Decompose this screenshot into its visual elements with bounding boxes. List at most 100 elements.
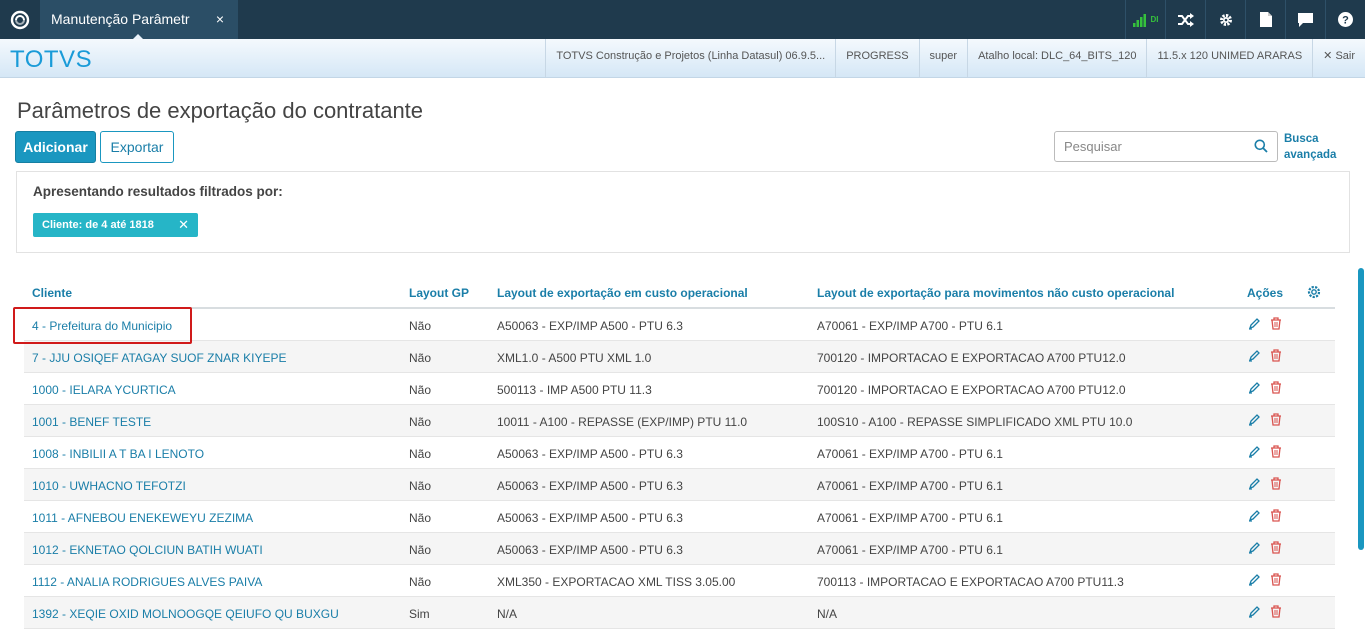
delete-trash-icon[interactable] [1270, 509, 1282, 525]
app-logo-icon[interactable] [0, 0, 39, 39]
delete-trash-icon[interactable] [1270, 349, 1282, 365]
header-database: PROGRESS [835, 39, 918, 77]
add-button[interactable]: Adicionar [15, 131, 96, 163]
document-icon[interactable] [1245, 0, 1285, 39]
column-header-layout-custo[interactable]: Layout de exportação em custo operaciona… [497, 286, 748, 300]
tab-close-button[interactable]: × [216, 0, 224, 39]
column-settings-gear-icon[interactable] [1307, 285, 1321, 304]
client-link[interactable]: 1392 - XEQIE OXID MOLNOOGQE QEIUFO QU BU… [32, 607, 339, 621]
client-link[interactable]: 1012 - EKNETAO QOLCIUN BATIH WUATI [32, 543, 263, 557]
search-box [1054, 131, 1278, 162]
layout-mov-cell: 700120 - IMPORTACAO E EXPORTACAO A700 PT… [817, 351, 1126, 365]
delete-trash-icon[interactable] [1270, 541, 1282, 557]
delete-trash-icon[interactable] [1270, 573, 1282, 589]
top-icons: DI ? [1125, 0, 1365, 39]
chat-icon[interactable] [1285, 0, 1325, 39]
edit-pencil-icon[interactable] [1248, 573, 1261, 589]
edit-pencil-icon[interactable] [1248, 477, 1261, 493]
layout-custo-cell: XML1.0 - A500 PTU XML 1.0 [497, 351, 652, 365]
layout-custo-cell: N/A [497, 607, 518, 621]
table-header: Cliente Layout GP Layout de exportação e… [24, 277, 1335, 309]
logout-button[interactable]: ✕ Sair [1312, 39, 1365, 77]
table-body: 4 - Prefeitura do Municipio Não A50063 - E… [24, 309, 1335, 629]
search-icon[interactable] [1254, 139, 1268, 158]
delete-trash-icon[interactable] [1270, 445, 1282, 461]
client-link[interactable]: 1011 - AFNEBOU ENEKEWEYU ZEZIMA [32, 511, 253, 525]
delete-trash-icon[interactable] [1270, 381, 1282, 397]
edit-pencil-icon[interactable] [1248, 541, 1261, 557]
export-button[interactable]: Exportar [100, 131, 174, 163]
layout-custo-cell: A50063 - EXP/IMP A500 - PTU 6.3 [497, 511, 683, 525]
close-icon: ✕ [1323, 50, 1333, 62]
edit-pencil-icon[interactable] [1248, 349, 1261, 365]
edit-pencil-icon[interactable] [1248, 413, 1261, 429]
layout-mov-cell: 700113 - IMPORTACAO E EXPORTACAO A700 PT… [817, 575, 1124, 589]
chip-remove-icon[interactable]: ✕ [178, 213, 189, 237]
filter-chip: Cliente: de 4 até 1818 ✕ [33, 213, 198, 237]
page-title: Parâmetros de exportação do contratante [17, 98, 424, 123]
table-row[interactable]: 1008 - INBILII A T BA I LENOTO Não A50063 … [24, 437, 1335, 469]
table-row[interactable]: 1011 - AFNEBOU ENEKEWEYU ZEZIMA Não A50063… [24, 501, 1335, 533]
layout-gp-cell: Não [409, 319, 432, 333]
signal-icon[interactable]: DI [1125, 0, 1165, 39]
client-link[interactable]: 1001 - BENEF TESTE [32, 415, 151, 429]
client-link[interactable]: 1010 - UWHACNO TEFOTZI [32, 479, 186, 493]
column-header-actions: Ações [1247, 286, 1284, 300]
table-row[interactable]: 1392 - XEQIE OXID MOLNOOGQE QEIUFO QU BU… [24, 597, 1335, 629]
client-link[interactable]: 1112 - ANALIA RODRIGUES ALVES PAIVA [32, 575, 262, 589]
header-info: TOTVS Construção e Projetos (Linha Datas… [545, 39, 1365, 77]
table-row[interactable]: 7 - JJU OSIQEF ATAGAY SUOF ZNAR KIYEPE Nã… [24, 341, 1335, 373]
brand-logo: TOTVS [10, 46, 93, 73]
active-tab[interactable]: Manutenção Parâmetr × [40, 0, 238, 40]
edit-pencil-icon[interactable] [1248, 605, 1261, 621]
client-link[interactable]: 7 - JJU OSIQEF ATAGAY SUOF ZNAR KIYEPE [32, 351, 287, 365]
top-bar: Manutenção Parâmetr × DI ? [0, 0, 1365, 40]
table-row[interactable]: 1012 - EKNETAO QOLCIUN BATIH WUATI Não A50… [24, 533, 1335, 565]
gear-icon[interactable] [1205, 0, 1245, 39]
app-header: TOTVS TOTVS Construção e Projetos (Linha… [0, 39, 1365, 78]
scrollbar-thumb[interactable] [1358, 268, 1364, 550]
highlight-box [13, 307, 192, 344]
search-input[interactable] [1056, 133, 1246, 160]
svg-text:?: ? [1342, 15, 1349, 27]
client-link[interactable]: 1008 - INBILII A T BA I LENOTO [32, 447, 204, 461]
delete-trash-icon[interactable] [1270, 605, 1282, 621]
results-table: Cliente Layout GP Layout de exportação e… [24, 277, 1335, 629]
column-header-client[interactable]: Cliente [32, 286, 72, 300]
layout-mov-cell: 100S10 - A100 - REPASSE SIMPLIFICADO XML… [817, 415, 1133, 429]
table-row[interactable]: 4 - Prefeitura do Municipio Não A50063 - E… [24, 309, 1335, 341]
layout-custo-cell: A50063 - EXP/IMP A500 - PTU 6.3 [497, 447, 683, 461]
delete-trash-icon[interactable] [1270, 413, 1282, 429]
table-row[interactable]: 1010 - UWHACNO TEFOTZI Não A50063 - EXP/IM… [24, 469, 1335, 501]
filter-panel: Apresentando resultados filtrados por: C… [16, 171, 1350, 253]
delete-trash-icon[interactable] [1270, 477, 1282, 493]
delete-trash-icon[interactable] [1270, 317, 1282, 333]
shuffle-icon[interactable] [1165, 0, 1205, 39]
signal-label: DI [1150, 15, 1159, 24]
column-header-layout-gp[interactable]: Layout GP [409, 286, 469, 300]
table-row[interactable]: 1001 - BENEF TESTE Não 10011 - A100 - REPA… [24, 405, 1335, 437]
layout-gp-cell: Não [409, 479, 432, 493]
edit-pencil-icon[interactable] [1248, 445, 1261, 461]
layout-mov-cell: A70061 - EXP/IMP A700 - PTU 6.1 [817, 543, 1003, 557]
table-row[interactable]: 1112 - ANALIA RODRIGUES ALVES PAIVA Não XM… [24, 565, 1335, 597]
edit-pencil-icon[interactable] [1248, 381, 1261, 397]
layout-gp-cell: Não [409, 351, 432, 365]
table-row[interactable]: 1000 - IELARA YCURTICA Não 500113 - IMP A5… [24, 373, 1335, 405]
layout-gp-cell: Não [409, 383, 432, 397]
advanced-search-link[interactable]: Busca avançada [1284, 131, 1354, 163]
layout-gp-cell: Não [409, 511, 432, 525]
edit-pencil-icon[interactable] [1248, 317, 1261, 333]
layout-mov-cell: 700120 - IMPORTACAO E EXPORTACAO A700 PT… [817, 383, 1126, 397]
header-product: TOTVS Construção e Projetos (Linha Datas… [545, 39, 835, 77]
edit-pencil-icon[interactable] [1248, 509, 1261, 525]
layout-mov-cell: A70061 - EXP/IMP A700 - PTU 6.1 [817, 319, 1003, 333]
help-icon[interactable]: ? [1325, 0, 1365, 39]
layout-mov-cell: A70061 - EXP/IMP A700 - PTU 6.1 [817, 479, 1003, 493]
layout-custo-cell: A50063 - EXP/IMP A500 - PTU 6.3 [497, 479, 683, 493]
client-link[interactable]: 1000 - IELARA YCURTICA [32, 383, 176, 397]
layout-mov-cell: A70061 - EXP/IMP A700 - PTU 6.1 [817, 511, 1003, 525]
layout-mov-cell: N/A [817, 607, 838, 621]
column-header-layout-mov[interactable]: Layout de exportação para movimentos não… [817, 286, 1174, 300]
header-version: 11.5.x 120 UNIMED ARARAS [1146, 39, 1312, 77]
